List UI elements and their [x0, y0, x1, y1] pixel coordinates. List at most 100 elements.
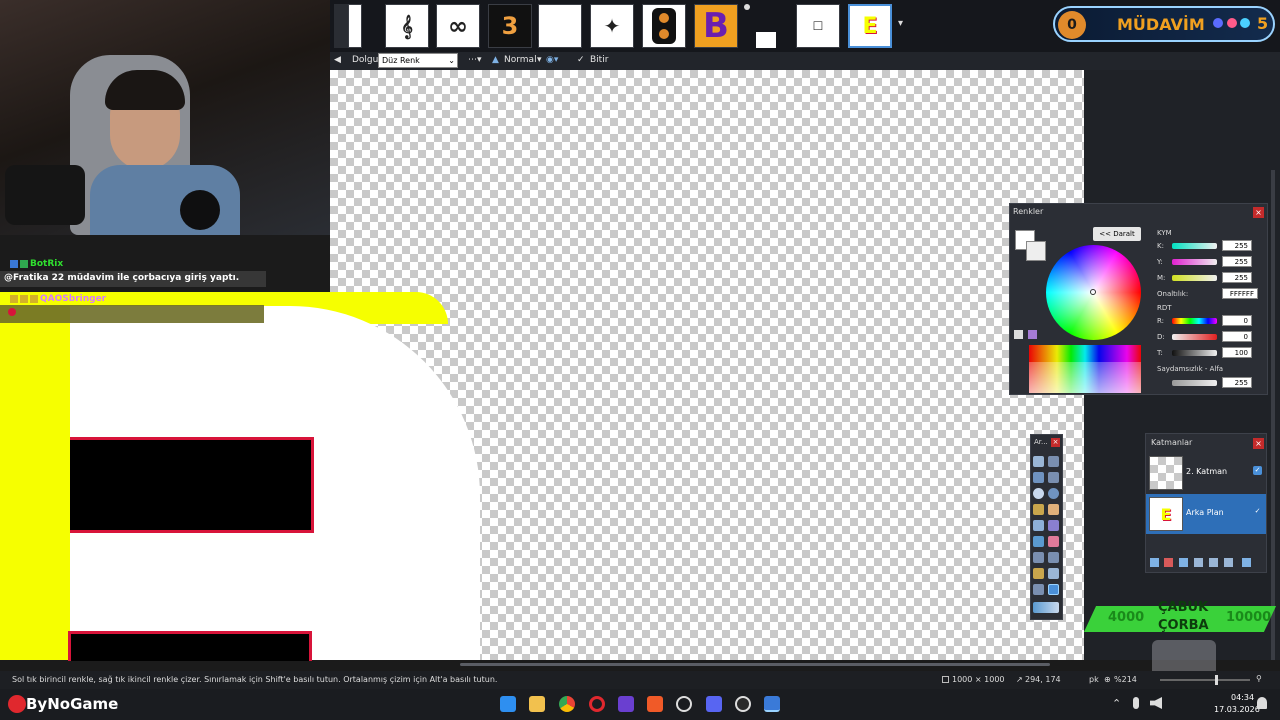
move-layer-up-icon[interactable] — [1209, 558, 1218, 567]
zoom-slider-thumb[interactable] — [1215, 675, 1218, 685]
chevron-down-icon[interactable]: ▾ — [898, 18, 903, 29]
layer-thumbnail — [1149, 456, 1183, 490]
hex-value[interactable]: FFFFFF — [1222, 288, 1258, 299]
zoom-icon[interactable] — [1048, 488, 1059, 499]
chevron-up-icon[interactable]: ⌃ — [1112, 697, 1121, 710]
artwork-yellow-bar — [0, 292, 70, 660]
clock-date[interactable]: 17.03.2026 — [1214, 705, 1260, 714]
image-tab-thumb[interactable] — [348, 4, 362, 48]
opera-icon[interactable] — [589, 696, 605, 712]
collapse-button[interactable]: << Daralt — [1093, 227, 1141, 241]
unit-select[interactable]: pk — [1089, 675, 1099, 684]
chevron-left-icon[interactable]: ◀ — [334, 55, 341, 65]
layer-item-selected[interactable]: E Arka Plan ✓ — [1146, 494, 1266, 534]
fill-type-select[interactable]: Düz Renk ⌄ — [378, 53, 458, 68]
zoom-slider[interactable] — [1160, 679, 1250, 681]
finish-button[interactable]: Bitir — [590, 55, 608, 65]
zoom-icon: ⊕ — [1104, 675, 1111, 684]
mudavim-badge: 0 MÜDAVİM 5 — [1053, 6, 1275, 42]
search-icon[interactable]: ⚲ — [1256, 674, 1262, 683]
close-icon[interactable]: × — [1253, 438, 1264, 449]
r-slider[interactable] — [1172, 318, 1217, 324]
move-icon[interactable] — [1048, 456, 1059, 467]
close-icon[interactable]: × — [1051, 438, 1060, 447]
discord-icon[interactable] — [706, 696, 722, 712]
paint-net-icon[interactable] — [764, 696, 780, 712]
palette-menu-icon[interactable] — [1028, 330, 1037, 339]
ellipse-select-icon[interactable] — [1033, 488, 1044, 499]
layer-properties-icon[interactable] — [1242, 558, 1251, 567]
file-explorer-icon[interactable] — [529, 696, 545, 712]
gradient-icon[interactable] — [1048, 520, 1059, 531]
k-slider[interactable] — [1172, 243, 1217, 249]
merge-layer-icon[interactable] — [1194, 558, 1203, 567]
notification-bell-icon[interactable] — [1257, 697, 1267, 709]
paint-bucket-icon[interactable] — [1033, 520, 1044, 531]
m-slider[interactable] — [1172, 275, 1217, 281]
t-value[interactable]: 100 — [1222, 347, 1252, 358]
color-picker-icon[interactable] — [1048, 552, 1059, 563]
d-value[interactable]: 0 — [1222, 331, 1252, 342]
image-tab-thumb[interactable]: 𝄞 — [385, 4, 429, 48]
k-value[interactable]: 255 — [1222, 240, 1252, 251]
paintbrush-icon[interactable] — [1033, 536, 1044, 547]
image-tab-thumb[interactable] — [642, 4, 686, 48]
y-slider[interactable] — [1172, 259, 1217, 265]
cursor-position: 294, 174 — [1025, 675, 1061, 684]
palette-icon[interactable] — [1014, 330, 1023, 339]
t-slider[interactable] — [1172, 350, 1217, 356]
volume-icon[interactable] — [1150, 697, 1162, 709]
alpha-value[interactable]: 255 — [1222, 377, 1252, 388]
vertical-scrollbar[interactable] — [1271, 170, 1275, 660]
alpha-slider[interactable] — [1172, 380, 1217, 386]
m-value[interactable]: 255 — [1222, 272, 1252, 283]
clock-time[interactable]: 04:34 — [1231, 693, 1254, 702]
pencil-icon[interactable] — [1033, 552, 1044, 563]
selection-mode-icon[interactable]: ◉▾ — [546, 55, 558, 65]
rectangle-select-icon[interactable] — [1033, 456, 1044, 467]
antialias-icon[interactable]: ⋯▾ — [468, 55, 482, 65]
chatgpt-icon[interactable] — [676, 696, 692, 712]
layer-visibility-checkbox[interactable]: ✓ — [1253, 507, 1262, 516]
d-slider[interactable] — [1172, 334, 1217, 340]
brave-icon[interactable] — [647, 696, 663, 712]
layer-visibility-checkbox[interactable]: ✓ — [1253, 466, 1262, 475]
magic-wand-icon[interactable] — [1033, 504, 1044, 515]
pan-icon[interactable] — [1048, 504, 1059, 515]
move-selection-icon[interactable] — [1048, 472, 1059, 483]
text-icon[interactable] — [1033, 584, 1044, 595]
f-app-icon[interactable] — [618, 696, 634, 712]
microphone-icon[interactable] — [1133, 697, 1139, 709]
cursor-icon: ↗ — [1016, 675, 1023, 684]
r-value[interactable]: 0 — [1222, 315, 1252, 326]
recolor-icon[interactable] — [1048, 568, 1059, 579]
image-tab-thumb[interactable]: 3 — [488, 4, 532, 48]
layer-item[interactable]: 2. Katman ✓ — [1146, 453, 1266, 493]
image-tab-thumb[interactable]: ✦ — [590, 4, 634, 48]
image-tab-thumb[interactable]: ☐ — [796, 4, 840, 48]
close-icon[interactable]: × — [1253, 207, 1264, 218]
chevron-down-icon[interactable]: ▾ — [537, 55, 542, 65]
blend-mode-select[interactable]: Normal — [504, 55, 537, 65]
lasso-icon[interactable] — [1033, 472, 1044, 483]
delete-layer-icon[interactable] — [1164, 558, 1173, 567]
image-tab-thumb[interactable]: ∞ — [436, 4, 480, 48]
image-tab-thumb[interactable] — [756, 32, 776, 48]
eraser-icon[interactable] — [1048, 536, 1059, 547]
windows-start-icon[interactable] — [500, 696, 516, 712]
y-value[interactable]: 255 — [1222, 256, 1252, 267]
obs-icon[interactable] — [735, 696, 751, 712]
image-tab-thumb[interactable] — [538, 4, 582, 48]
clone-stamp-icon[interactable] — [1033, 568, 1044, 579]
duplicate-layer-icon[interactable] — [1179, 558, 1188, 567]
add-layer-icon[interactable] — [1150, 558, 1159, 567]
chrome-icon[interactable] — [559, 696, 575, 712]
shapes-icon[interactable] — [1033, 602, 1059, 613]
horizontal-scrollbar[interactable] — [460, 663, 1050, 666]
image-tab-thumb[interactable]: B — [694, 4, 738, 48]
zoom-level[interactable]: %214 — [1114, 675, 1137, 684]
move-layer-down-icon[interactable] — [1224, 558, 1233, 567]
secondary-color-swatch[interactable] — [1026, 241, 1046, 261]
image-tab-thumb-selected[interactable]: E — [848, 4, 892, 48]
line-curve-icon[interactable] — [1048, 584, 1059, 595]
